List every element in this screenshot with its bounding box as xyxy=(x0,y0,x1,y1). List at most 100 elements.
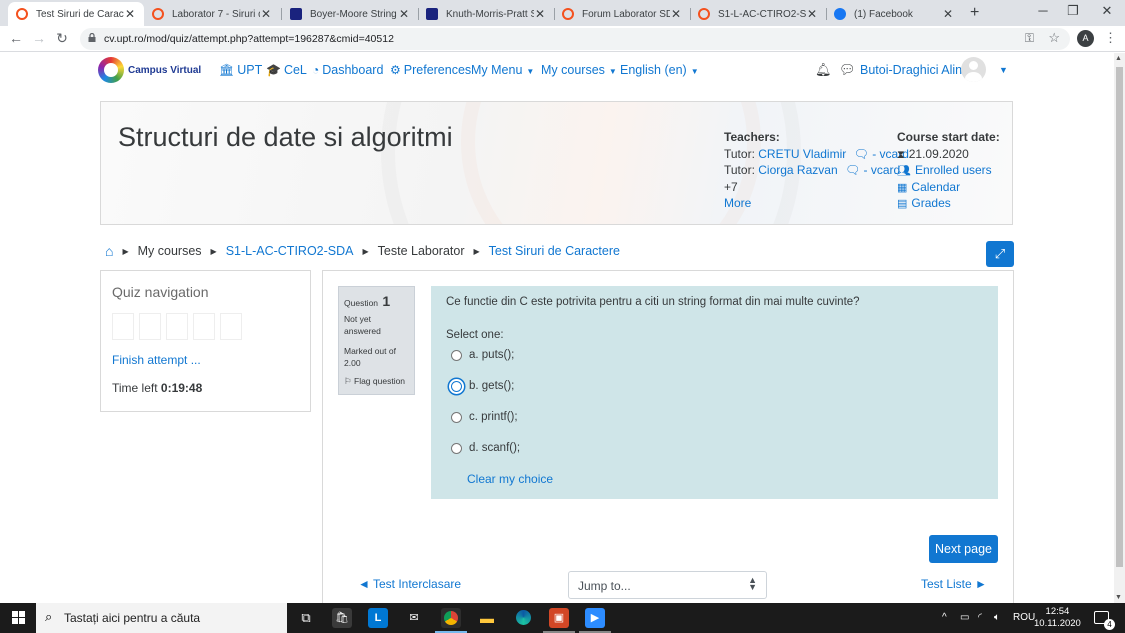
browser-tab[interactable]: (1) Facebook ✕ xyxy=(826,2,962,26)
chrome-icon[interactable] xyxy=(441,608,461,628)
network-icon[interactable]: ◜ xyxy=(978,612,982,623)
close-icon[interactable]: ✕ xyxy=(942,7,954,21)
reload-icon[interactable]: ↻ xyxy=(52,30,72,47)
nav-link-dashboard[interactable]: ◔ Dashboard xyxy=(312,63,383,77)
nav-link-preferences[interactable]: ⚙ Preferences xyxy=(390,63,471,77)
breadcrumb-item[interactable]: Teste Laborator xyxy=(378,244,465,258)
mail-icon[interactable]: ✉ xyxy=(404,608,424,628)
question-nav-button[interactable] xyxy=(139,313,161,340)
radio-button[interactable] xyxy=(451,442,462,454)
nav-menu-my-courses[interactable]: My courses ▼ xyxy=(541,63,617,77)
vcard-link[interactable]: - vcard xyxy=(864,163,901,177)
question-nav-button[interactable] xyxy=(220,313,242,340)
file-explorer-icon[interactable]: ▬ xyxy=(477,608,497,628)
task-view-icon[interactable]: ⧉ xyxy=(296,608,316,628)
browser-tab[interactable]: Test Siruri de Caractere ✕ xyxy=(8,2,144,26)
course-start-date: ⧗ 21.09.2020 xyxy=(897,147,969,161)
tutor-name-link[interactable]: CRETU Vladimir xyxy=(758,147,846,161)
app-l-icon[interactable]: L xyxy=(368,608,388,628)
new-tab-icon[interactable]: + xyxy=(970,4,979,22)
calendar-link[interactable]: ▦ Calendar xyxy=(897,180,960,194)
answer-option[interactable]: d. scanf(); xyxy=(451,442,520,454)
answer-option[interactable]: c. printf(); xyxy=(451,411,518,423)
breadcrumb-item[interactable]: My courses xyxy=(138,244,202,258)
answer-option[interactable]: a. puts(); xyxy=(451,349,514,361)
back-icon[interactable]: ← xyxy=(6,30,26,46)
fullscreen-button[interactable]: ⤢ xyxy=(986,241,1014,267)
more-link[interactable]: More xyxy=(724,196,751,210)
language-indicator[interactable]: ROU xyxy=(1013,612,1035,623)
breadcrumb-separator-icon: ▶ xyxy=(122,246,129,256)
office-app-icon[interactable]: ▣ xyxy=(549,608,569,628)
restore-icon[interactable]: ❐ xyxy=(1058,3,1088,19)
scroll-down-icon[interactable]: ▼ xyxy=(1115,594,1122,601)
browser-tab[interactable]: Forum Laborator SDA ✕ xyxy=(554,2,690,26)
browser-tab[interactable]: Knuth-Morris-Pratt Stri ✕ xyxy=(418,2,554,26)
next-page-button[interactable]: Next page xyxy=(929,535,998,563)
browser-menu-icon[interactable]: ⋮ xyxy=(1104,30,1117,46)
radio-button[interactable] xyxy=(451,349,462,361)
tutor-name-link[interactable]: Ciorga Razvan xyxy=(758,163,837,177)
clear-choice-link[interactable]: Clear my choice xyxy=(467,472,553,486)
nav-link-cel[interactable]: 🎓 CeL xyxy=(266,63,307,77)
finish-attempt-link[interactable]: Finish attempt ... xyxy=(112,353,201,367)
browser-tab[interactable]: S1-L-AC-CTIRO2-SDA ✕ xyxy=(690,2,826,26)
minimize-icon[interactable]: ─ xyxy=(1028,3,1058,18)
zoom-icon[interactable]: ▶ xyxy=(585,608,605,628)
edge-icon[interactable] xyxy=(513,608,533,628)
volume-icon[interactable]: 🔈︎ xyxy=(994,612,1000,623)
enrolled-users-link[interactable]: 👥︎ Enrolled users xyxy=(897,163,992,177)
nav-menu-my-menu[interactable]: My Menu ▼ xyxy=(471,63,534,77)
home-icon[interactable]: ⌂ xyxy=(105,243,113,259)
close-icon[interactable]: ✕ xyxy=(806,7,818,21)
question-nav-button[interactable] xyxy=(112,313,134,340)
flag-icon: ⚐ xyxy=(344,376,352,386)
chat-icon[interactable]: 💬︎ xyxy=(839,62,856,78)
message-icon[interactable]: 🗨︎ xyxy=(845,163,860,177)
breadcrumb-item[interactable]: Test Siruri de Caractere xyxy=(489,244,620,258)
close-icon[interactable]: ✕ xyxy=(260,7,272,21)
grades-link[interactable]: ▤ Grades xyxy=(897,196,951,210)
profile-avatar[interactable]: A xyxy=(1077,30,1094,47)
taskbar-clock[interactable]: 12:54 10.11.2020 xyxy=(1034,606,1081,630)
question-nav-button[interactable] xyxy=(193,313,215,340)
page-scrollbar[interactable]: ▲ ▼ xyxy=(1114,53,1125,603)
notification-center-icon[interactable]: 4 xyxy=(1094,611,1115,630)
battery-icon[interactable]: ▭ xyxy=(960,612,969,623)
close-icon[interactable]: ✕ xyxy=(398,7,410,21)
tray-chevron-icon[interactable]: ^ xyxy=(942,612,947,623)
caret-down-icon[interactable]: ▼ xyxy=(999,65,1008,75)
forward-icon[interactable]: → xyxy=(29,30,49,46)
radio-button[interactable] xyxy=(451,380,462,392)
radio-button[interactable] xyxy=(451,411,462,423)
flag-question-button[interactable]: ⚐ Flag question xyxy=(344,376,405,387)
user-name[interactable]: Butoi-Draghici Alina xyxy=(860,63,969,77)
avatar[interactable] xyxy=(961,57,986,82)
close-icon[interactable]: ✕ xyxy=(670,7,682,21)
campus-virtual-logo[interactable]: Campus Virtual xyxy=(98,57,201,83)
close-icon[interactable]: ✕ xyxy=(534,7,546,21)
taskbar-search-box[interactable]: ⌕ Tastați aici pentru a căuta xyxy=(36,603,287,633)
windows-start-icon[interactable] xyxy=(12,611,25,624)
previous-activity-link[interactable]: ◄ Test Interclasare xyxy=(358,577,461,591)
browser-tab[interactable]: Laborator 7 - Siruri de ✕ xyxy=(144,2,280,26)
next-activity-link[interactable]: Test Liste ► xyxy=(921,577,987,591)
url-bar[interactable]: cv.upt.ro/mod/quiz/attempt.php?attempt=1… xyxy=(80,28,1070,50)
question-nav-button[interactable] xyxy=(166,313,188,340)
key-icon[interactable]: ⚿ xyxy=(1025,31,1034,46)
browser-tab[interactable]: Boyer-Moore String Se ✕ xyxy=(282,2,418,26)
store-icon[interactable]: 🛍︎ xyxy=(332,608,352,628)
close-icon[interactable]: ✕ xyxy=(124,7,136,21)
window-close-icon[interactable]: ✕ xyxy=(1092,3,1122,19)
nav-link-upt[interactable]: 🏛 UPT xyxy=(219,63,262,77)
answer-option[interactable]: b. gets(); xyxy=(451,380,514,392)
bell-icon[interactable]: 🔔︎ xyxy=(815,62,832,78)
bookmark-star-icon[interactable]: ☆ xyxy=(1048,30,1060,46)
nav-menu-language[interactable]: English (en) ▼ xyxy=(620,63,699,77)
breadcrumb-item[interactable]: S1-L-AC-CTIRO2-SDA xyxy=(226,244,354,258)
jump-to-select[interactable]: Jump to... ▲ ▼ xyxy=(568,571,767,599)
scroll-up-icon[interactable]: ▲ xyxy=(1115,55,1122,62)
scrollbar-thumb[interactable] xyxy=(1116,67,1123,567)
message-icon[interactable]: 🗨︎ xyxy=(854,147,869,161)
gear-icon: ⚙ xyxy=(390,63,401,77)
